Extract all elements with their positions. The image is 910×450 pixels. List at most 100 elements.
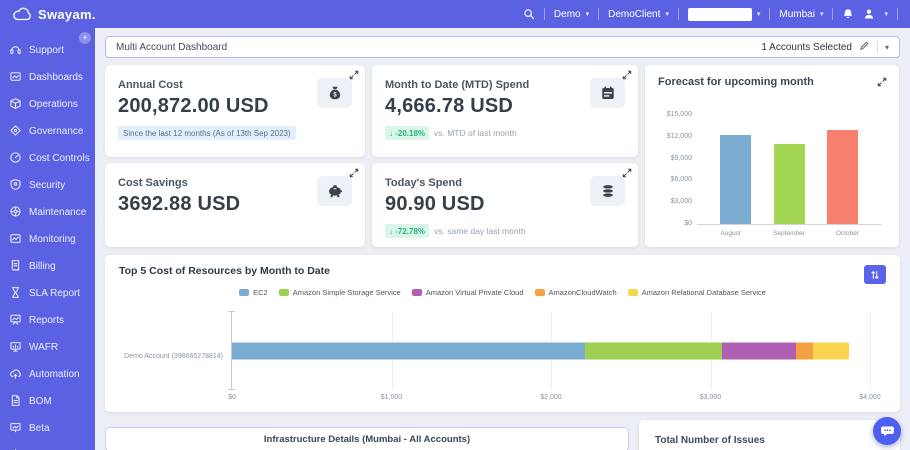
top5-resources-section: Top 5 Cost of Resources by Month to Date… xyxy=(105,255,900,412)
sidebar-item-label: Governance xyxy=(29,126,83,137)
divider xyxy=(769,8,770,20)
x-tick-label: August xyxy=(706,230,756,237)
context-selector-democlient[interactable]: DemoClient ▾ xyxy=(608,9,669,20)
sidebar-item-settings[interactable]: Settings xyxy=(0,442,95,450)
sidebar-item-label: Beta xyxy=(29,423,50,434)
divider xyxy=(897,8,898,20)
card-title: Today's Spend xyxy=(385,177,625,189)
expand-icon[interactable] xyxy=(877,77,887,87)
sidebar-item-label: BOM xyxy=(29,396,52,407)
divider xyxy=(598,8,599,20)
bottom-row: Infrastructure Details (Mumbai - All Acc… xyxy=(105,420,900,450)
monitor-bars-icon xyxy=(9,340,22,356)
search-icon[interactable] xyxy=(523,8,535,20)
infrastructure-details-tab[interactable]: Infrastructure Details (Mumbai - All Acc… xyxy=(105,427,629,450)
forecast-chart: $0$3,000$6,000$9,000$12,000$15,000 Augus… xyxy=(657,109,889,241)
forecast-bar-october[interactable] xyxy=(827,130,858,224)
sidebar-item-label: Reports xyxy=(29,315,64,326)
user-menu-caret[interactable]: ▾ xyxy=(884,10,888,18)
sidebar-collapse-button[interactable]: + xyxy=(79,32,91,44)
bar-segment-amazon-simple-storage-service[interactable] xyxy=(585,342,721,359)
chevron-down-icon: ▾ xyxy=(665,10,669,18)
app-root: Swayam. Demo▾DemoClient▾▾Mumbai▾ ▾ + Sup… xyxy=(0,0,910,450)
cost-savings-card: Cost Savings 3692.88 USD xyxy=(105,163,365,247)
legend-item-amazon-virtual-private-cloud[interactable]: Amazon Virtual Private Cloud xyxy=(412,288,524,297)
sidebar-nav: Support DashboardsOperations Governance Cos… xyxy=(0,37,95,450)
sidebar-item-security[interactable]: Security xyxy=(0,172,95,199)
annual-cost-card: Annual Cost 200,872.00 USD Since the las… xyxy=(105,65,365,157)
page-title: Multi Account Dashboard xyxy=(116,42,227,53)
chart-monitor-icon xyxy=(9,232,22,248)
bar-segment-amazon-relational-database-service[interactable] xyxy=(813,342,849,359)
sidebar-item-cost-controls[interactable]: Cost Controls xyxy=(0,145,95,172)
sidebar-item-label: Billing xyxy=(29,261,56,272)
document-icon xyxy=(9,394,22,410)
sidebar-item-maintenance[interactable]: Maintenance xyxy=(0,199,95,226)
sidebar-item-reports[interactable]: Reports xyxy=(0,307,95,334)
legend-swatch xyxy=(628,289,638,296)
chat-bubble-icon xyxy=(880,424,895,439)
diamond-icon xyxy=(9,124,22,140)
sidebar-item-sla-report[interactable]: SLA Report xyxy=(0,280,95,307)
bar-segment-amazon-virtual-private-cloud[interactable] xyxy=(722,342,796,359)
bar-segment-ec2[interactable] xyxy=(232,342,585,359)
legend-item-amazon-simple-storage-service[interactable]: Amazon Simple Storage Service xyxy=(279,288,401,297)
delta-row: ↓ -20.18% vs. MTD of last month xyxy=(385,126,625,140)
delta-badge: ↓ -72.78% xyxy=(385,224,429,238)
chat-button[interactable] xyxy=(873,417,901,445)
user-icon[interactable] xyxy=(863,8,875,20)
stacked-bar-chart: Demo Account (398665278814) $0$1,000$2,0… xyxy=(119,307,870,406)
sidebar-item-label: Support xyxy=(29,45,64,56)
selector-label: DemoClient xyxy=(608,9,660,20)
todays-spend-card: Today's Spend 90.90 USD ↓ -72.78% vs. sa… xyxy=(372,163,638,247)
legend-item-amazon-relational-database-service[interactable]: Amazon Relational Database Service xyxy=(628,288,766,297)
delta-note: vs. same day last month xyxy=(434,226,526,236)
receipt-icon xyxy=(9,259,22,275)
pencil-icon[interactable] xyxy=(859,40,870,54)
forecast-bar-august[interactable] xyxy=(720,135,751,224)
context-selector-mumbai[interactable]: Mumbai▾ xyxy=(779,9,823,20)
sidebar-item-operations[interactable]: Operations xyxy=(0,91,95,118)
bar-segment-amazoncloudwatch[interactable] xyxy=(796,342,814,359)
brand-logo[interactable]: Swayam. xyxy=(12,7,96,22)
calendar-icon xyxy=(590,78,625,108)
sidebar-item-beta[interactable]: Beta xyxy=(0,415,95,442)
bell-icon[interactable] xyxy=(842,8,854,20)
accounts-selector[interactable]: 1 Accounts Selected ▾ xyxy=(761,40,889,54)
legend-item-ec2[interactable]: EC2 xyxy=(239,288,268,297)
piggy-bank-icon xyxy=(317,176,352,206)
shield-icon xyxy=(9,178,22,194)
divider xyxy=(877,41,878,53)
masked-selector-value xyxy=(688,8,752,21)
page-header: Multi Account Dashboard 1 Accounts Selec… xyxy=(105,36,900,58)
sidebar-item-label: Cost Controls xyxy=(29,153,90,164)
sidebar-item-dashboards[interactable]: Dashboards xyxy=(0,64,95,91)
mtd-spend-card: Month to Date (MTD) Spend 4,666.78 USD ↓… xyxy=(372,65,638,157)
cube-icon xyxy=(9,97,22,113)
sort-arrows-icon[interactable] xyxy=(864,265,886,284)
legend-swatch xyxy=(279,289,289,296)
forecast-bar-september[interactable] xyxy=(774,144,805,224)
legend-item-amazoncloudwatch[interactable]: AmazonCloudWatch xyxy=(535,288,617,297)
chevron-down-icon: ▾ xyxy=(820,10,824,18)
x-tick-label: $3,000 xyxy=(700,394,721,401)
sidebar-item-monitoring[interactable]: Monitoring xyxy=(0,226,95,253)
chart-legend: EC2 Amazon Simple Storage Service Amazon V… xyxy=(119,288,886,297)
sidebar-item-wafr[interactable]: WAFR xyxy=(0,334,95,361)
accounts-caret-icon[interactable]: ▾ xyxy=(885,43,889,52)
delta-note: vs. MTD of last month xyxy=(434,128,517,138)
sidebar-item-automation[interactable]: Automation xyxy=(0,361,95,388)
context-selector-masked[interactable]: ▾ xyxy=(688,8,761,21)
gridline xyxy=(870,311,871,390)
legend-label: EC2 xyxy=(253,288,268,297)
sidebar-item-governance[interactable]: Governance xyxy=(0,118,95,145)
stacked-bar xyxy=(232,342,870,359)
period-note-badge: Since the last 12 months (As of 13th Sep… xyxy=(118,126,296,140)
sidebar-item-bom[interactable]: BOM xyxy=(0,388,95,415)
divider xyxy=(678,8,679,20)
x-tick-label: October xyxy=(823,230,873,237)
cloud-upload-icon xyxy=(9,367,22,383)
dashboard-icon xyxy=(9,70,22,86)
context-selector-demo[interactable]: Demo▾ xyxy=(554,9,589,20)
sidebar-item-billing[interactable]: Billing xyxy=(0,253,95,280)
